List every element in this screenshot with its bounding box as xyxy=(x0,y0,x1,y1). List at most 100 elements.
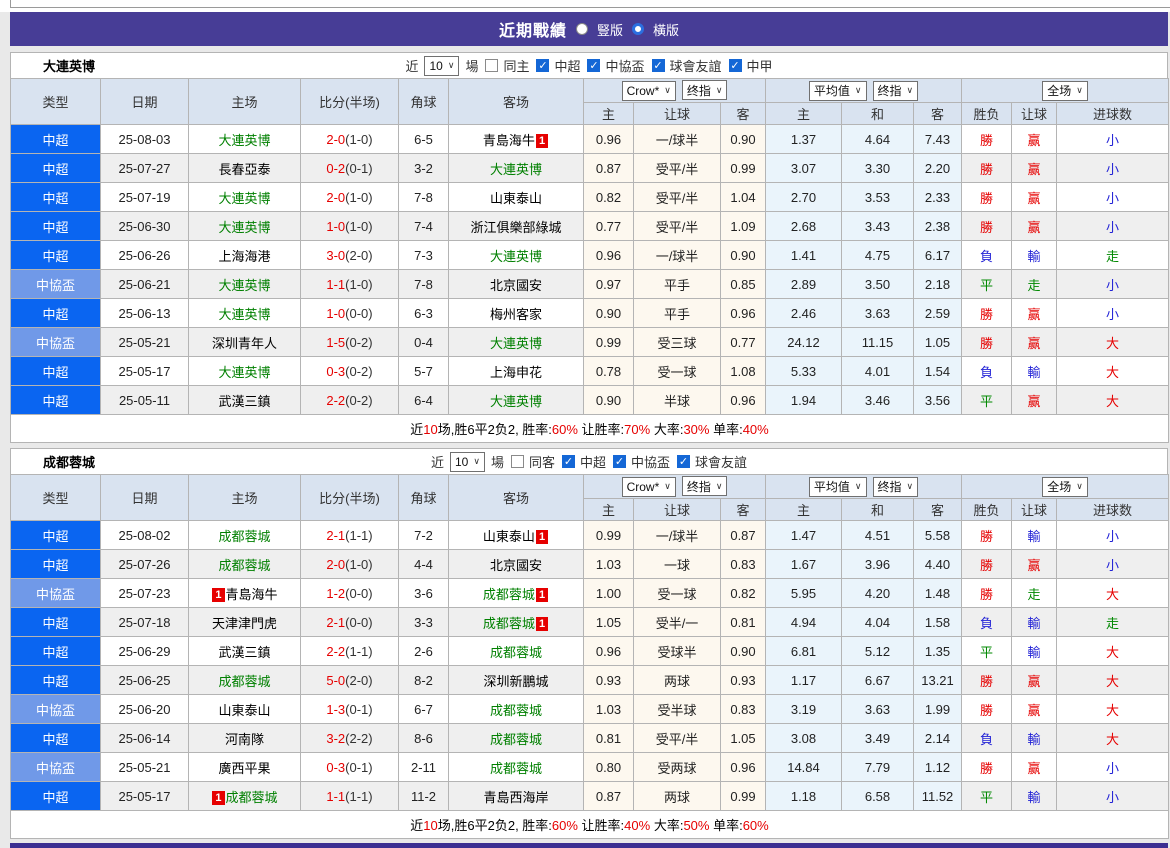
home-team-link[interactable]: 上海海港 xyxy=(218,249,270,264)
home-team-link[interactable]: 大連英博 xyxy=(218,133,270,148)
home-team-link[interactable]: 大連英博 xyxy=(218,307,270,322)
horizontal-layout-label[interactable]: 橫版 xyxy=(653,20,679,39)
away-team-link[interactable]: 山東泰山 1 xyxy=(483,529,549,544)
summary-cell: 近10场,胜6平2负2, 胜率:60% 让胜率:70% 大率:30% 单率:40… xyxy=(9,414,1170,443)
match-count-select[interactable]: 10 ∨ xyxy=(449,451,485,472)
league-checkbox-checked[interactable]: ✓ xyxy=(728,59,742,72)
half-score: (0-1) xyxy=(345,701,373,717)
odds-stage-select[interactable]: 终指 ∨ xyxy=(681,476,728,497)
summary-segment: 70% xyxy=(624,422,651,437)
away-team-cell: 山東泰山 1 xyxy=(448,520,584,550)
result-cell: 赢 xyxy=(1011,298,1058,328)
column-header: 类型 xyxy=(10,78,101,125)
home-team-link[interactable]: 成都蓉城 xyxy=(218,674,270,689)
recent-records-panel: 近期戰績 豎版 橫版 大連英博近 10 ∨ 場同主 ✓ 中超 ✓ 中協盃 ✓ 球會友誼 ✓ 中甲 类型日… xyxy=(9,12,1170,848)
vertical-layout-label[interactable]: 豎版 xyxy=(597,20,623,39)
away-team-link[interactable]: 大連英博 xyxy=(490,162,542,177)
league-type-cell: 中超 xyxy=(10,723,101,753)
home-team-link[interactable]: 大連英博 xyxy=(218,365,270,380)
home-team-link[interactable]: 大連英博 xyxy=(218,191,270,206)
away-team-link[interactable]: 青島海牛 1 xyxy=(483,133,549,148)
away-team-link[interactable]: 浙江俱樂部綠城 xyxy=(470,220,561,235)
league-checkbox-checked[interactable]: ✓ xyxy=(561,455,575,468)
sub-column-header: 客 xyxy=(720,498,766,521)
league-checkbox-checked[interactable]: ✓ xyxy=(677,455,690,468)
home-team-link[interactable]: 山東泰山 xyxy=(218,703,270,718)
home-team-link[interactable]: 大連英博 xyxy=(218,220,270,235)
scope-select[interactable]: 全场 ∨ xyxy=(1042,80,1088,101)
result-cell: 勝 xyxy=(961,578,1013,608)
odds-source-select[interactable]: Crow* ∨ xyxy=(621,80,676,101)
home-team-link[interactable]: 大連英博 xyxy=(218,278,270,293)
away-team-link[interactable]: 上海申花 xyxy=(490,365,542,380)
avg-source-select[interactable]: 平均值 ∨ xyxy=(808,476,867,497)
away-team-link[interactable]: 山東泰山 xyxy=(490,191,542,206)
home-team-cell: 武漢三鎮 xyxy=(188,636,301,666)
vertical-layout-radio[interactable] xyxy=(575,23,588,35)
result-cell: 平 xyxy=(961,385,1013,415)
odds-source-select[interactable]: Crow* ∨ xyxy=(621,476,676,497)
corner-cell: 2-6 xyxy=(398,636,449,666)
home-team-link[interactable]: 河南隊 xyxy=(225,732,264,747)
away-team-link[interactable]: 大連英博 xyxy=(490,249,542,264)
league-type-cell: 中超 xyxy=(10,665,101,695)
home-team-link[interactable]: 深圳青年人 xyxy=(212,336,277,351)
date-cell: 25-06-29 xyxy=(100,636,189,666)
home-team-link[interactable]: 武漢三鎮 xyxy=(218,645,270,660)
avg-stage-select[interactable]: 终指 ∨ xyxy=(872,80,919,101)
away-team-link[interactable]: 大連英博 xyxy=(490,336,542,351)
avg-source-select[interactable]: 平均值 ∨ xyxy=(808,80,867,101)
odds-stage-select[interactable]: 终指 ∨ xyxy=(681,80,728,101)
away-team-link[interactable]: 梅州客家 xyxy=(490,307,542,322)
away-team-link[interactable]: 大連英博 xyxy=(490,394,542,409)
home-team-link[interactable]: 天津津門虎 xyxy=(212,616,277,631)
home-team-link[interactable]: 1 成都蓉城 xyxy=(211,790,278,805)
avg-group-header: 平均值 ∨ 终指 ∨ xyxy=(764,474,963,499)
scope-select[interactable]: 全场 ∨ xyxy=(1042,476,1088,497)
home-team-link[interactable]: 成都蓉城 xyxy=(218,529,270,544)
match-row: 中超 25-05-11 武漢三鎮 2-2(0-2) 6-4 大連英博 0.90 半球 0.96 1… xyxy=(10,385,1170,415)
column-header: 比分(半场) xyxy=(300,474,399,521)
away-team-link[interactable]: 成都蓉城 xyxy=(490,761,542,776)
full-score: 1-3 xyxy=(326,701,346,717)
avg-cell: 14.84 xyxy=(765,752,842,782)
league-type-cell: 中超 xyxy=(10,124,101,154)
odds-cell: 受三球 xyxy=(633,327,721,357)
avg-cell: 3.49 xyxy=(841,723,914,753)
away-team-link[interactable]: 成都蓉城 xyxy=(490,645,542,660)
same-venue-checkbox-unchecked[interactable] xyxy=(510,455,524,468)
home-team-link[interactable]: 長春亞泰 xyxy=(218,162,270,177)
away-team-link[interactable]: 成都蓉城 1 xyxy=(483,587,549,602)
away-team-link[interactable]: 成都蓉城 xyxy=(490,703,542,718)
avg-stage-select[interactable]: 终指 ∨ xyxy=(872,476,919,497)
date-cell: 25-06-26 xyxy=(100,240,189,270)
date-cell: 25-05-17 xyxy=(100,356,189,386)
away-team-link[interactable]: 深圳新鵬城 xyxy=(483,674,548,689)
odds-cell: 0.83 xyxy=(720,549,766,579)
away-team-link[interactable]: 成都蓉城 xyxy=(490,732,542,747)
match-count-select[interactable]: 10 ∨ xyxy=(424,55,460,76)
result-cell: 勝 xyxy=(961,182,1013,212)
horizontal-layout-radio[interactable] xyxy=(632,23,644,35)
home-team-link[interactable]: 武漢三鎮 xyxy=(218,394,270,409)
league-type-cell: 中超 xyxy=(10,153,101,183)
home-team-link[interactable]: 1 青島海牛 xyxy=(211,587,278,602)
sub-column-header: 客 xyxy=(912,498,963,521)
match-row: 中超 25-06-25 成都蓉城 5-0(2-0) 8-2 深圳新鵬城 0.93 两球 0.93… xyxy=(10,665,1170,695)
odds-cell: 受一球 xyxy=(633,356,721,386)
league-checkbox-checked[interactable]: ✓ xyxy=(612,455,626,468)
match-row: 中超 25-08-02 成都蓉城 2-1(1-1) 7-2 山東泰山 1 0.99 一/球半 0.… xyxy=(10,520,1170,550)
home-team-link[interactable]: 成都蓉城 xyxy=(218,558,270,573)
home-team-link[interactable]: 廣西平果 xyxy=(218,761,270,776)
away-team-link[interactable]: 北京國安 xyxy=(490,558,542,573)
league-checkbox-checked[interactable]: ✓ xyxy=(587,59,601,72)
away-team-link[interactable]: 青島西海岸 xyxy=(483,790,548,805)
away-team-link[interactable]: 成都蓉城 1 xyxy=(483,616,549,631)
result-cell: 走 xyxy=(1011,269,1058,299)
corner-cell: 5-7 xyxy=(398,356,449,386)
league-checkbox-checked[interactable]: ✓ xyxy=(651,59,665,72)
match-row: 中超 25-06-13 大連英博 1-0(0-0) 6-3 梅州客家 0.90 平手 0.96 2… xyxy=(10,298,1170,328)
away-team-link[interactable]: 北京國安 xyxy=(490,278,542,293)
same-venue-checkbox-unchecked[interactable] xyxy=(485,59,499,72)
league-checkbox-checked[interactable]: ✓ xyxy=(536,59,550,72)
